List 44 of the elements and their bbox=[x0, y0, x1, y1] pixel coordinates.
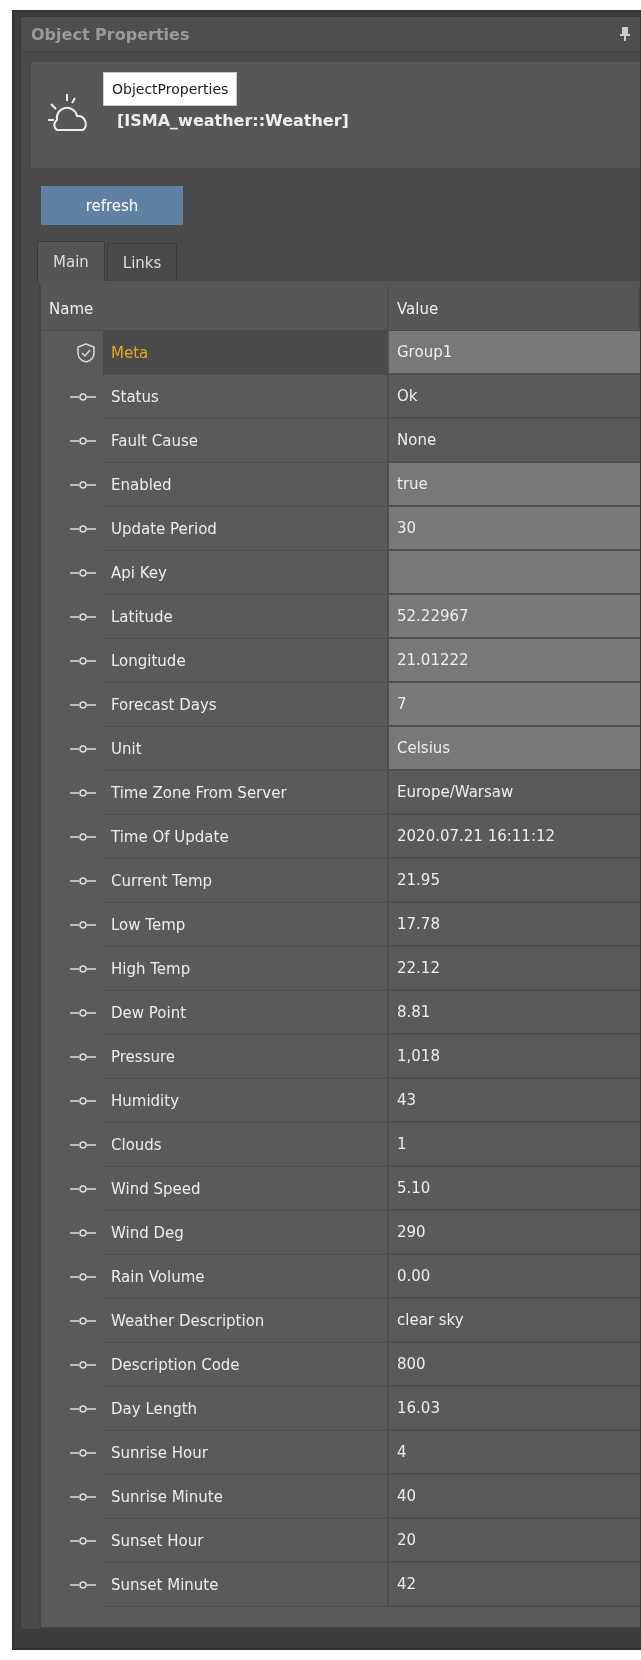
property-name: Fault Cause bbox=[103, 419, 389, 463]
panel-title: Object Properties bbox=[31, 24, 190, 44]
property-name: Day Length bbox=[103, 1387, 389, 1431]
tooltip: ObjectProperties bbox=[103, 72, 238, 106]
column-header[interactable]: Value bbox=[389, 287, 640, 331]
property-name: Clouds bbox=[103, 1123, 389, 1167]
property-name: Update Period bbox=[103, 507, 389, 551]
property-name: Humidity bbox=[103, 1079, 389, 1123]
property-name: Meta bbox=[103, 331, 389, 375]
property-name: Forecast Days bbox=[103, 683, 389, 727]
property-name: Unit bbox=[103, 727, 389, 771]
property-name: Longitude bbox=[103, 639, 389, 683]
property-name: Rain Volume bbox=[103, 1255, 389, 1299]
property-name: Sunset Minute bbox=[103, 1563, 389, 1607]
property-name: Time Of Update bbox=[103, 815, 389, 859]
property-value[interactable]: true bbox=[389, 463, 640, 507]
property-name: Status bbox=[103, 375, 389, 419]
property-value[interactable]: 30 bbox=[389, 507, 640, 551]
property-name: Sunset Hour bbox=[103, 1519, 389, 1563]
property-name: Pressure bbox=[103, 1035, 389, 1079]
property-name: Wind Deg bbox=[103, 1211, 389, 1255]
property-name: Sunrise Hour bbox=[103, 1431, 389, 1475]
property-value[interactable]: 52.22967 bbox=[389, 595, 640, 639]
property-value[interactable]: 7 bbox=[389, 683, 640, 727]
property-value[interactable]: Group1 bbox=[389, 331, 640, 375]
property-name: Api Key bbox=[103, 551, 389, 595]
column-header[interactable]: Name bbox=[41, 287, 389, 331]
property-name: Sunrise Minute bbox=[103, 1475, 389, 1519]
property-value[interactable]: Celsius bbox=[389, 727, 640, 771]
property-name: Enabled bbox=[103, 463, 389, 507]
refresh-button[interactable]: refresh bbox=[41, 186, 183, 225]
property-name: High Temp bbox=[103, 947, 389, 991]
property-name: Time Zone From Server bbox=[103, 771, 389, 815]
property-name: Latitude bbox=[103, 595, 389, 639]
property-name: Current Temp bbox=[103, 859, 389, 903]
property-name: Wind Speed bbox=[103, 1167, 389, 1211]
tab[interactable]: Main bbox=[37, 241, 105, 281]
tab[interactable]: Links bbox=[106, 243, 178, 281]
property-name: Description Code bbox=[103, 1343, 389, 1387]
property-name: Low Temp bbox=[103, 903, 389, 947]
property-value[interactable]: 21.01222 bbox=[389, 639, 640, 683]
property-name: Dew Point bbox=[103, 991, 389, 1035]
object-type: [ISMA_weather::Weather] bbox=[117, 110, 349, 130]
property-name: Weather Description bbox=[103, 1299, 389, 1343]
